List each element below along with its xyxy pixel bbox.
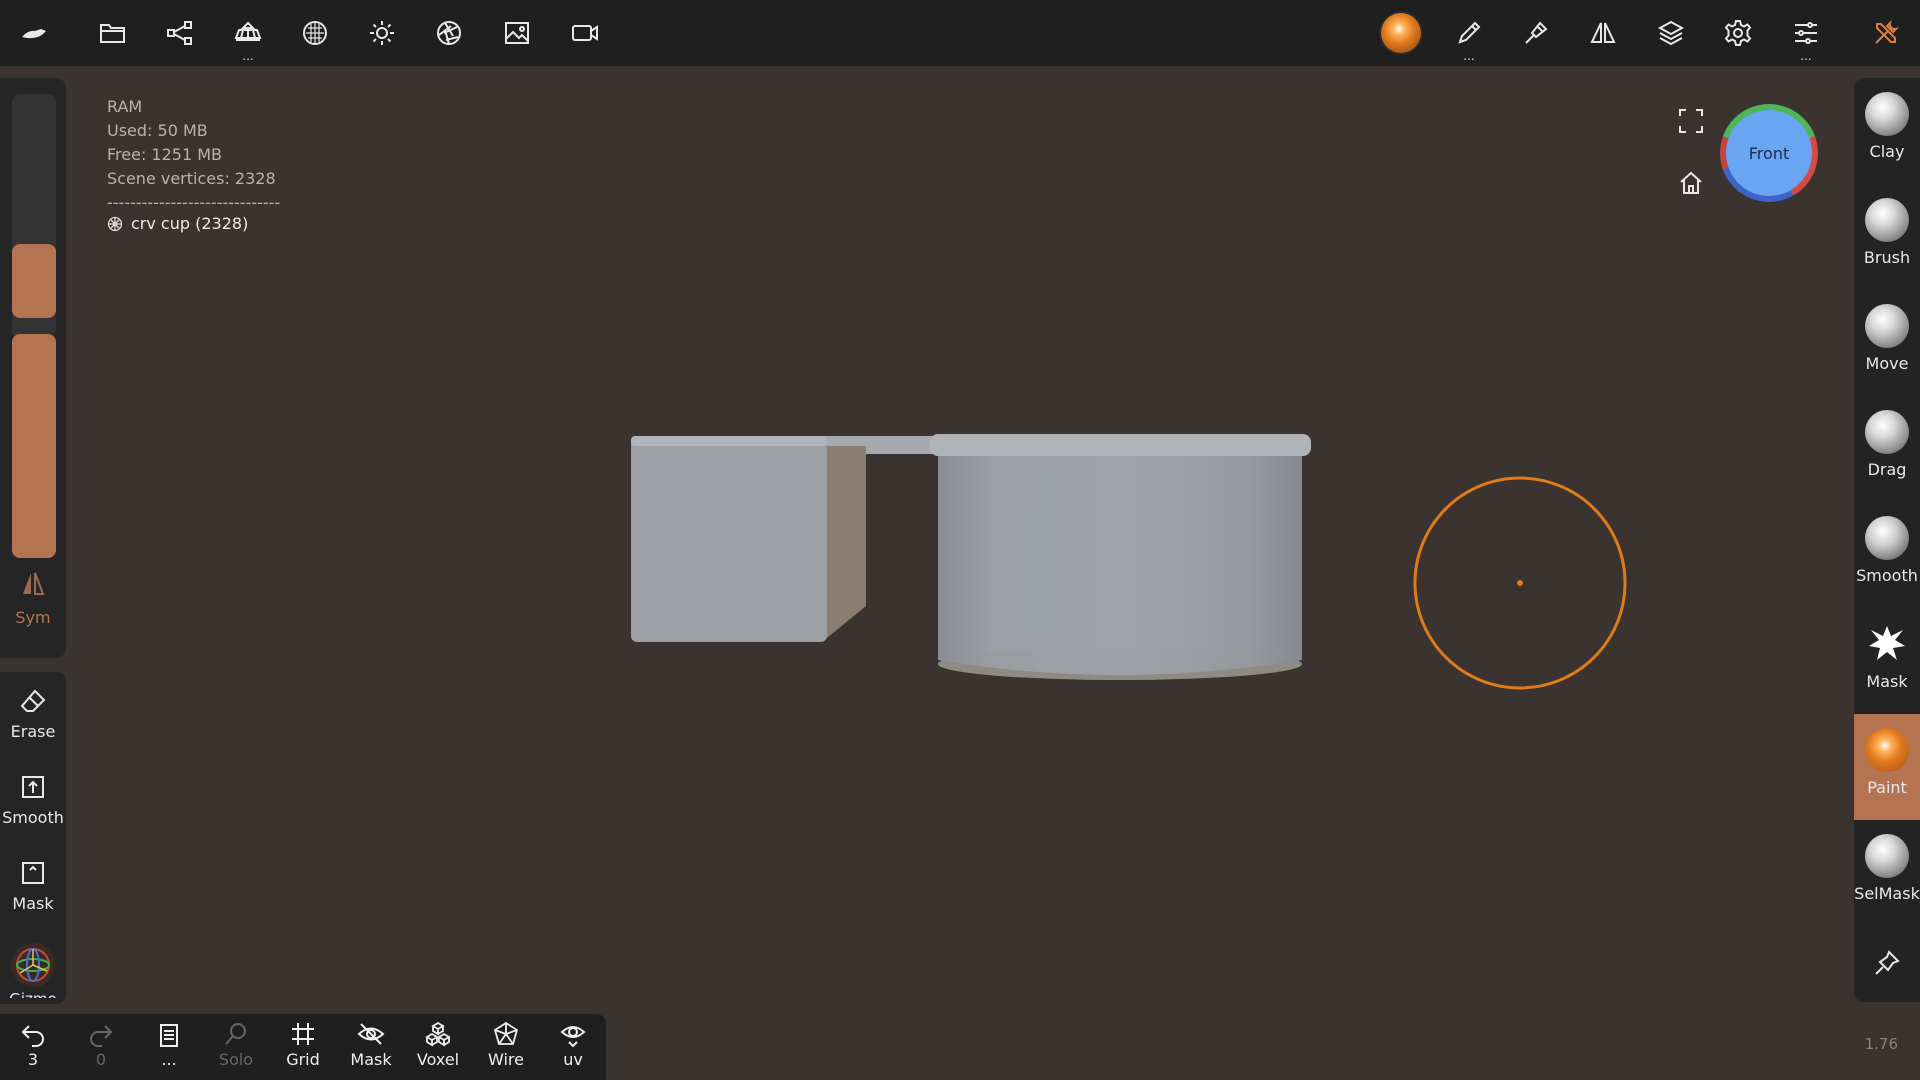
tool-label: SelMask — [1854, 884, 1920, 903]
cup-rim — [930, 434, 1311, 456]
tool-paint[interactable]: Paint — [1854, 714, 1920, 820]
wire-label: Wire — [488, 1050, 524, 1069]
drag-icon — [1865, 410, 1909, 454]
tool-clay[interactable]: Clay — [1854, 78, 1920, 184]
tool-brush[interactable]: Brush — [1854, 184, 1920, 290]
smooth-icon — [1865, 516, 1909, 560]
clay-icon — [1865, 92, 1909, 136]
tool-label: Smooth — [1856, 566, 1918, 585]
tool-label: Clay — [1869, 142, 1905, 161]
box-side — [822, 446, 866, 642]
eye-off-icon — [357, 1023, 385, 1045]
box-body — [631, 436, 827, 642]
mask-visibility-button[interactable]: Mask — [341, 1020, 401, 1069]
tool-move[interactable]: Move — [1854, 290, 1920, 396]
fullscreen-icon[interactable] — [1678, 108, 1704, 134]
solo-button[interactable]: Solo — [206, 1020, 266, 1069]
more-button[interactable]: ... — [139, 1020, 199, 1069]
redo-icon — [90, 1025, 113, 1047]
tool-label: Mask — [1866, 672, 1908, 691]
home-icon[interactable] — [1678, 170, 1704, 196]
undo-count: 3 — [27, 1050, 39, 1069]
tool-label: Drag — [1867, 460, 1907, 479]
tool-label: Move — [1865, 354, 1909, 373]
brush-cursor-center — [1517, 580, 1523, 586]
tool-mask[interactable]: Mask — [1854, 608, 1920, 714]
document-icon — [160, 1024, 178, 1047]
voxel-button[interactable]: Voxel — [408, 1020, 468, 1069]
selmask-icon — [1865, 834, 1909, 878]
solo-search-icon — [225, 1023, 246, 1045]
mask-splat-icon — [1869, 626, 1905, 660]
tool-drag[interactable]: Drag — [1854, 396, 1920, 502]
grid-icon — [292, 1023, 314, 1045]
voxel-icon — [425, 1021, 451, 1047]
uv-label: uv — [563, 1050, 583, 1069]
voxel-label: Voxel — [416, 1050, 460, 1069]
grid-label: Grid — [286, 1050, 320, 1069]
paint-icon — [1865, 728, 1909, 772]
mask-visibility-label: Mask — [350, 1050, 392, 1069]
pin-tool-button[interactable] — [1854, 926, 1920, 1002]
undo-button[interactable]: 3 — [3, 1020, 63, 1069]
redo-button[interactable]: 0 — [71, 1020, 131, 1069]
tool-selmask[interactable]: SelMask — [1854, 820, 1920, 926]
wire-button[interactable]: Wire — [476, 1020, 536, 1069]
pin-icon — [1875, 950, 1900, 975]
tool-label: Brush — [1863, 248, 1911, 267]
undo-icon — [21, 1025, 44, 1047]
move-icon — [1865, 304, 1909, 348]
version-label: 1.76 — [1864, 1035, 1898, 1053]
grid-button[interactable]: Grid — [273, 1020, 333, 1069]
right-tools-panel: Clay Brush Move Drag Smooth Mask Paint S… — [1854, 78, 1920, 1002]
bottom-toolbar: 3 0 ... Solo Grid Mask Voxel Wire uv — [0, 1014, 606, 1080]
brush-ball-icon — [1865, 198, 1909, 242]
box-top-edge — [631, 436, 827, 446]
wireframe-icon — [493, 1021, 519, 1045]
more-label: ... — [161, 1050, 177, 1069]
redo-count: 0 — [95, 1050, 107, 1069]
uv-eye-icon — [560, 1026, 586, 1048]
viewport[interactable] — [0, 0, 1920, 1080]
cup-body-overlay — [938, 444, 1302, 675]
tool-smooth[interactable]: Smooth — [1854, 502, 1920, 608]
uv-button[interactable]: uv — [543, 1020, 603, 1069]
tool-label: Paint — [1867, 778, 1907, 797]
solo-label: Solo — [218, 1050, 254, 1069]
view-cube-front[interactable]: Front — [1726, 110, 1812, 196]
